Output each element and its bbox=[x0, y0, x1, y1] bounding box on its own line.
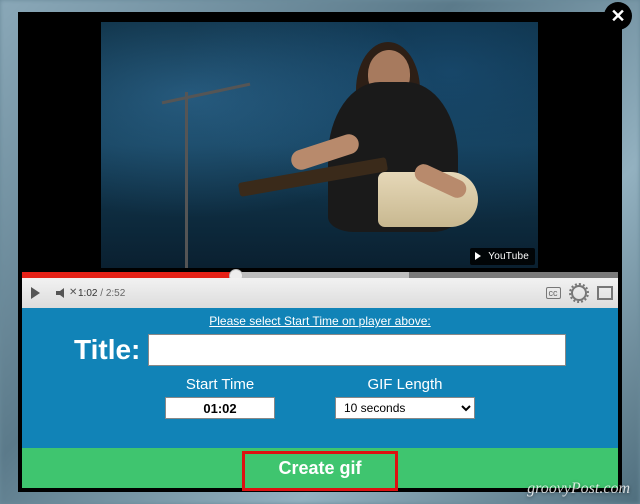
title-label: Title: bbox=[74, 334, 140, 366]
start-time-column: Start Time bbox=[165, 376, 275, 419]
captions-button[interactable]: cc bbox=[540, 278, 566, 308]
fullscreen-button[interactable] bbox=[592, 278, 618, 308]
start-time-label: Start Time bbox=[186, 376, 254, 393]
gif-creator-modal: ✕ YouTube ✕ bbox=[18, 12, 622, 492]
settings-columns: Start Time GIF Length 10 seconds bbox=[34, 376, 606, 419]
create-gif-button[interactable]: Create gif bbox=[256, 452, 383, 485]
current-time: 1:02 bbox=[78, 288, 97, 299]
gear-icon bbox=[571, 285, 587, 301]
time-display: 1:02 / 2:52 bbox=[78, 288, 125, 299]
title-row: Title: bbox=[74, 334, 566, 366]
youtube-badge[interactable]: YouTube bbox=[470, 248, 535, 265]
play-button[interactable] bbox=[22, 278, 48, 308]
close-button[interactable]: ✕ bbox=[604, 2, 632, 30]
gif-length-label: GIF Length bbox=[367, 376, 442, 393]
instruction-text: Please select Start Time on player above… bbox=[34, 314, 606, 328]
total-time: 2:52 bbox=[106, 288, 125, 299]
watermark: groovyPost.com bbox=[527, 480, 630, 498]
mute-button[interactable]: ✕ bbox=[48, 278, 74, 308]
settings-button[interactable] bbox=[566, 278, 592, 308]
play-icon bbox=[31, 287, 40, 299]
video-player: YouTube ✕ 1:02 / 2:52 cc bbox=[22, 16, 618, 296]
video-frame[interactable]: YouTube bbox=[101, 22, 538, 268]
video-controls: ✕ 1:02 / 2:52 cc bbox=[22, 278, 618, 308]
scene-mic-stand bbox=[185, 92, 188, 268]
gif-length-column: GIF Length 10 seconds bbox=[335, 376, 475, 419]
close-icon: ✕ bbox=[610, 6, 625, 27]
fullscreen-icon bbox=[597, 286, 613, 300]
captions-icon: cc bbox=[546, 287, 561, 299]
gif-settings-panel: Please select Start Time on player above… bbox=[22, 308, 618, 448]
mute-icon bbox=[56, 288, 66, 298]
gif-length-select[interactable]: 10 seconds bbox=[335, 397, 475, 419]
title-input[interactable] bbox=[148, 334, 566, 366]
muted-x-icon: ✕ bbox=[69, 287, 77, 298]
start-time-input[interactable] bbox=[165, 397, 275, 419]
